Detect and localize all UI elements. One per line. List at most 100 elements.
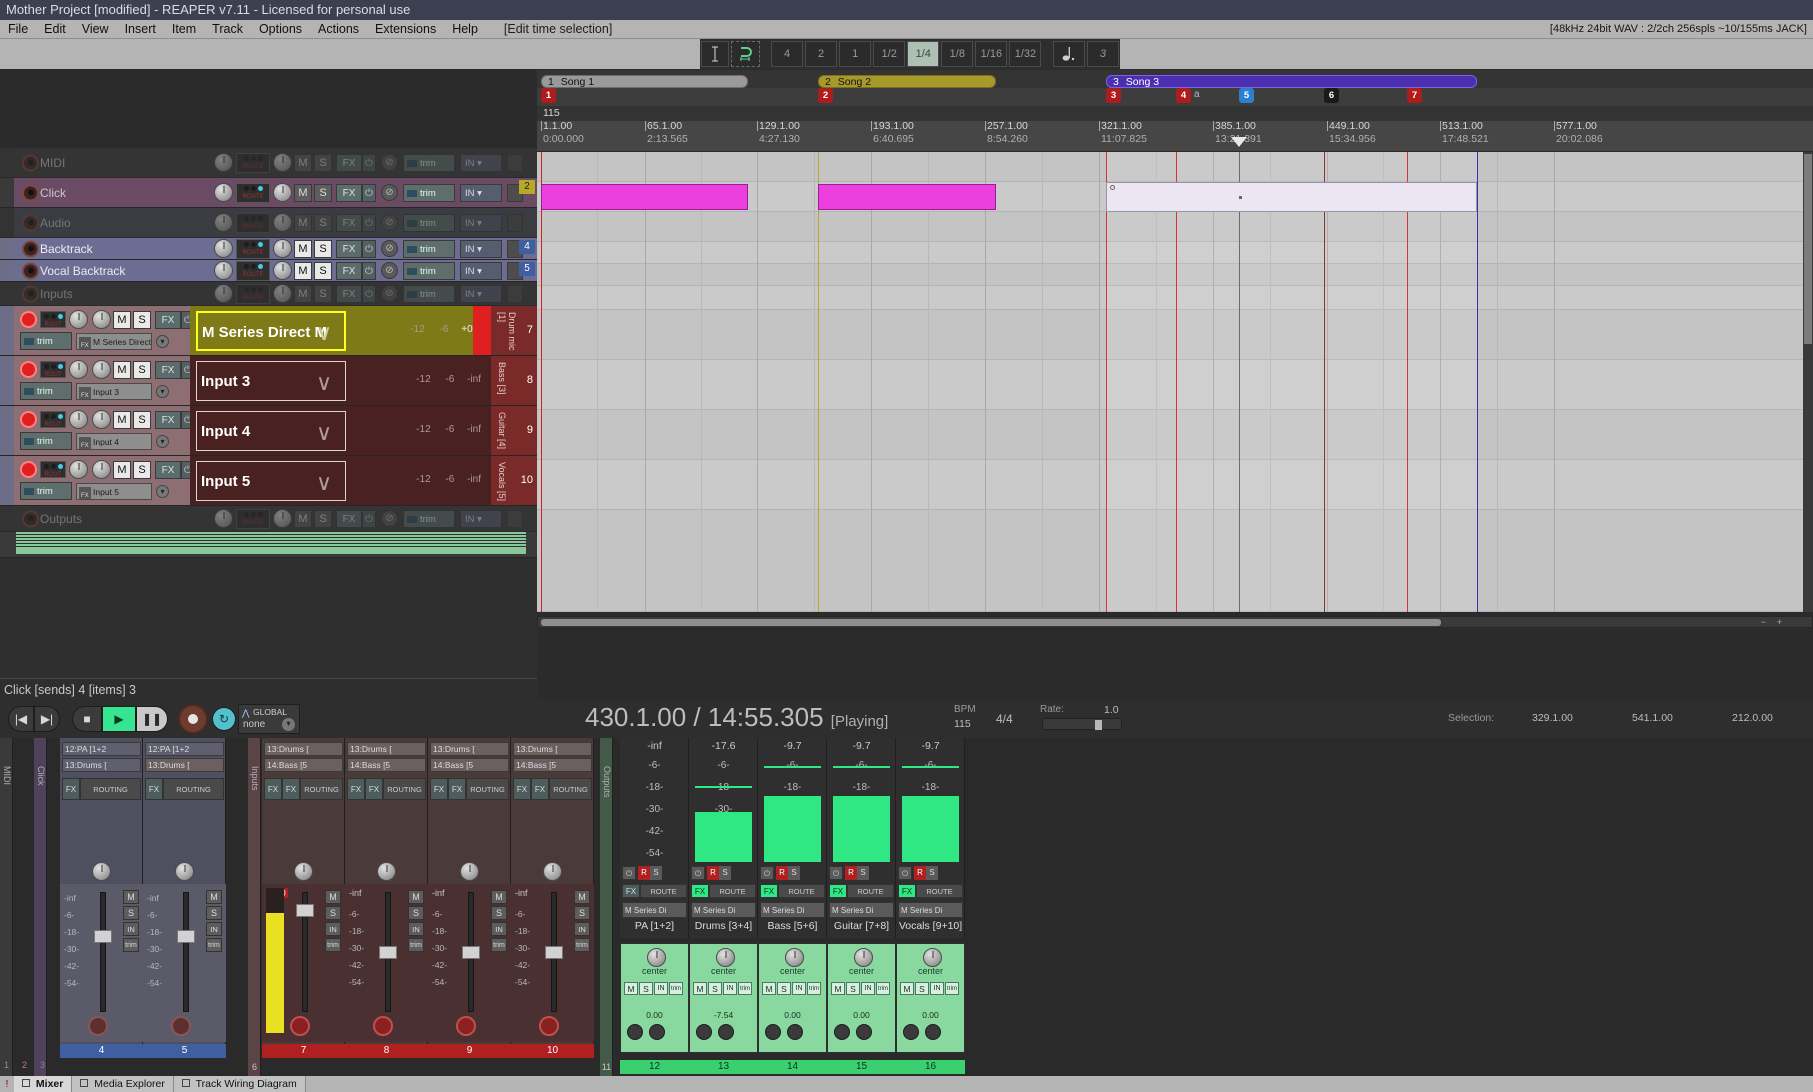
mixer-strip-guitar[interactable]: 13:Drums [ 14:Bass [5 FX FX ROUTING Guit… (428, 738, 511, 1058)
trim-button[interactable]: trim (206, 938, 222, 952)
trim-button[interactable]: trim (123, 938, 139, 952)
trim-envelope-button[interactable]: trim (20, 382, 72, 400)
track-row-vocals[interactable]: ROUT M S FX ⏻ ⊘ trim Input 5 ▾ Input 5 ∨… (0, 456, 537, 506)
trim-envelope-button[interactable]: trim (403, 261, 455, 280)
track-name-backtrack[interactable]: Backtrack (14, 242, 214, 256)
pan-knob[interactable] (377, 862, 396, 881)
volume-knob[interactable] (273, 153, 292, 172)
go-to-start-button[interactable]: |◀ (8, 706, 34, 732)
volume-knob[interactable] (273, 284, 292, 303)
solo-button[interactable]: S (133, 460, 151, 479)
input-button[interactable]: IN (861, 982, 875, 995)
menu-item-help[interactable]: Help (444, 20, 486, 39)
send-row[interactable]: 14:Bass [5 (264, 758, 343, 772)
volume-knob[interactable] (273, 239, 292, 258)
solo-button[interactable]: S (314, 153, 332, 172)
track-control-panel[interactable]: MIDI ROUTE M S FX ⏻ ⊘ trim IN ▾ Click RO… (0, 148, 537, 678)
output-buttons[interactable]: M S IN trim (624, 982, 684, 995)
mixer-strip-buttons[interactable]: M S IN trim (491, 890, 507, 954)
routing-button[interactable]: ROUTE (916, 884, 963, 898)
mute-button[interactable]: M (113, 360, 131, 379)
volume-knob[interactable] (92, 310, 111, 329)
mixer-strip-drum-mic[interactable]: 13:Drums [ 14:Bass [5 FX FX ROUTING Drum… (262, 738, 345, 1058)
stop-button[interactable]: ■ (72, 706, 102, 732)
envelope-button[interactable] (507, 153, 523, 172)
record-indicator[interactable]: R (707, 866, 719, 880)
timeline-ruler[interactable]: 1 Song 1 2 Song 2 3 Song 3 1 2 3 4 a 5 6… (537, 70, 1813, 152)
bus-name[interactable]: Drums [3+4] (689, 920, 758, 932)
power-button[interactable]: ⏻ (898, 866, 912, 880)
bus-fx-route-row[interactable]: FX ROUTE (691, 884, 756, 900)
record-arm-button[interactable] (20, 311, 37, 328)
knob-a[interactable] (765, 1024, 781, 1040)
automation-mode-selector[interactable]: GLOBAL ⋀ none ▾ (238, 704, 300, 734)
solo-button[interactable]: S (491, 906, 507, 920)
lane-bass[interactable] (537, 360, 1813, 410)
send-list[interactable]: 13:Drums [ 14:Bass [5 (347, 742, 426, 774)
bottom-tab-bar[interactable]: ! Mixer Media Explorer Track Wiring Diag… (0, 1076, 1813, 1092)
grid-2[interactable]: 2 (805, 41, 838, 67)
fx-chain-name[interactable]: M Series Direct M (76, 332, 152, 350)
route-button[interactable]: ROUTE (236, 238, 270, 259)
bus-strip-bass[interactable]: -9.7 -6- -18- -30- -42- -54- ⏻ R S FX RO… (758, 738, 827, 938)
solo-button[interactable]: S (314, 284, 332, 303)
marker-3[interactable]: 3 (1106, 88, 1121, 103)
pan-knob[interactable] (214, 509, 233, 528)
input-button[interactable]: IN (654, 982, 668, 995)
fx-button[interactable]: FX (691, 884, 709, 898)
marker-lane[interactable]: 1 2 3 4 a 5 6 7 (537, 88, 1813, 106)
knob-b[interactable] (787, 1024, 803, 1040)
fx-button-2[interactable]: FX (282, 778, 300, 800)
dotted-note-icon[interactable] (1052, 41, 1085, 67)
bus-name[interactable]: Guitar [7+8] (827, 920, 896, 932)
knob-a[interactable] (903, 1024, 919, 1040)
record-arm-button[interactable] (22, 285, 39, 302)
tempo-lane[interactable]: 115 (537, 106, 1813, 121)
play-cursor-handle[interactable] (1231, 137, 1247, 147)
fx-button-2[interactable]: FX (448, 778, 466, 800)
mute-button[interactable]: M (762, 982, 776, 995)
fx-button[interactable]: FX (336, 213, 362, 232)
grid-1-2[interactable]: 1/2 (873, 41, 906, 67)
input-button[interactable]: IN (491, 922, 507, 936)
trim-envelope-button[interactable]: trim (403, 284, 455, 303)
selection-end[interactable]: 541.1.00 (1632, 712, 1673, 724)
mixer-strip-buttons[interactable]: M S IN trim (325, 890, 341, 954)
fx-route-row[interactable]: FX FX ROUTING (513, 778, 592, 802)
menu-bar[interactable]: File Edit View Insert Item Track Options… (0, 20, 1813, 39)
input-button[interactable]: IN (123, 922, 139, 936)
solo-button[interactable]: S (123, 906, 139, 920)
envelope-button[interactable] (507, 509, 523, 528)
chevron-down-icon[interactable]: ▾ (156, 384, 169, 398)
fx-bypass-button[interactable]: ⏻ (362, 239, 376, 258)
track-name-midi[interactable]: MIDI (14, 156, 214, 170)
volume-fader-chevron-icon[interactable]: ∨ (316, 370, 332, 396)
solo-indicator[interactable]: S (788, 866, 800, 880)
mute-button[interactable]: M (294, 261, 312, 280)
menu-item-edit[interactable]: Edit (36, 20, 74, 39)
pan-knob[interactable] (92, 862, 111, 881)
pan-knob[interactable] (214, 183, 233, 202)
bus-fx-route-row[interactable]: FX ROUTE (760, 884, 825, 900)
rate-value[interactable]: 1.0 (1104, 704, 1119, 716)
output-knobs[interactable] (765, 1024, 809, 1040)
pan-knob[interactable] (294, 862, 313, 881)
volume-fader-handle[interactable] (545, 946, 563, 959)
trim-envelope-button[interactable]: trim (403, 509, 455, 528)
bus-name[interactable]: PA [1+2] (620, 920, 689, 932)
transport-bar[interactable]: |◀ ▶| ■ ▶ ❚❚ ↻ GLOBAL ⋀ none ▾ 430.1.00 … (0, 700, 1813, 738)
output-bus-meters[interactable] (0, 532, 537, 558)
input-button[interactable]: IN (792, 982, 806, 995)
bus-name[interactable]: Vocals [9+10] (896, 920, 965, 932)
volume-fader-track[interactable] (183, 892, 189, 1012)
fx-button[interactable]: FX (336, 153, 362, 172)
output-strip-16[interactable]: center M S IN trim 0.00 (896, 943, 965, 1053)
pan-knob[interactable] (460, 862, 479, 881)
send-row[interactable]: 13:Drums [ (264, 742, 343, 756)
solo-button[interactable]: S (314, 183, 332, 202)
send-row[interactable]: 13:Drums [ (145, 758, 224, 772)
mute-button[interactable]: M (408, 890, 424, 904)
mute-button[interactable]: M (294, 239, 312, 258)
bus-controls-row[interactable]: ⏻ R S (898, 866, 963, 882)
lane-drum-mic[interactable] (537, 310, 1813, 360)
